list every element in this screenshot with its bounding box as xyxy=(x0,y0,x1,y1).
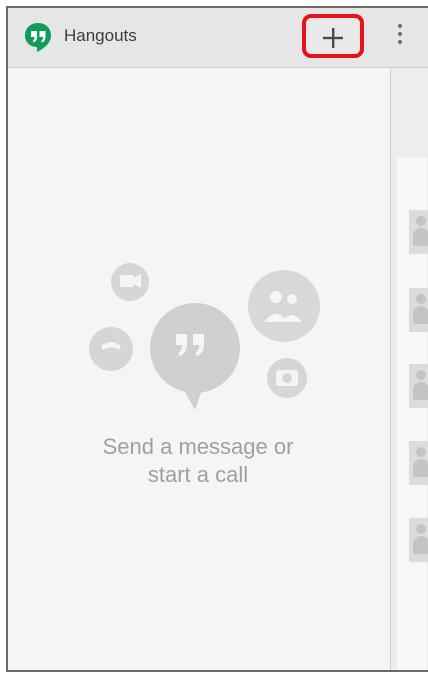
contact-avatar[interactable] xyxy=(409,518,428,562)
contact-avatar[interactable] xyxy=(409,441,428,485)
contact-avatar[interactable] xyxy=(409,288,428,332)
action-bar: Hangouts xyxy=(8,8,428,68)
conversation-list-pane: Send a message or start a call xyxy=(8,68,391,670)
contact-avatar[interactable] xyxy=(409,364,428,408)
empty-state-line-2: start a call xyxy=(147,462,249,487)
contacts-side-pane xyxy=(391,68,428,670)
more-vert-icon[interactable] xyxy=(390,20,410,54)
empty-state-line-1: Send a message or xyxy=(102,434,294,459)
plus-icon xyxy=(323,28,343,48)
empty-state-message: Send a message or start a call xyxy=(48,433,348,489)
contact-avatar[interactable] xyxy=(409,210,428,254)
chat-bubbles-illustration-icon xyxy=(89,263,320,410)
phone-screen: Hangouts Send a message or start a call xyxy=(6,6,428,672)
hangouts-logo-icon[interactable] xyxy=(22,21,54,53)
app-title: Hangouts xyxy=(64,26,137,45)
new-conversation-button[interactable] xyxy=(302,14,364,58)
